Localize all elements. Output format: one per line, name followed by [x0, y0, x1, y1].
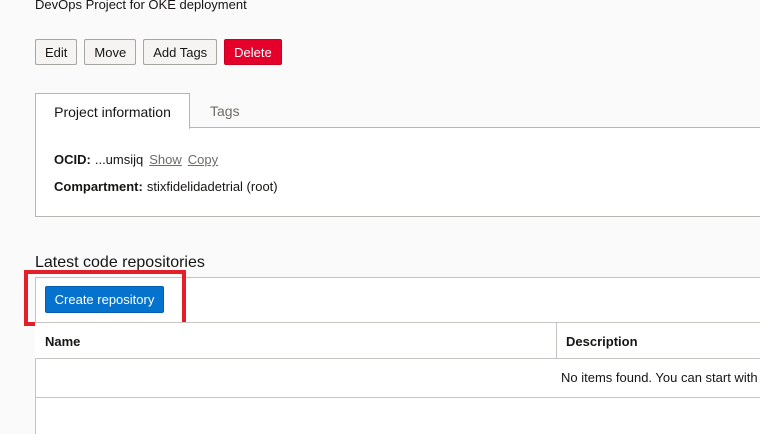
- compartment-label: Compartment:: [54, 179, 143, 194]
- compartment-row: Compartment: stixfidelidadetrial (root): [54, 179, 278, 194]
- show-ocid-link[interactable]: Show: [149, 152, 182, 167]
- add-tags-button[interactable]: Add Tags: [143, 39, 218, 65]
- project-description: DevOps Project for OKE deployment: [35, 0, 247, 12]
- repositories-section-title: Latest code repositories: [35, 254, 205, 271]
- tab-tags[interactable]: Tags: [190, 93, 258, 128]
- table-empty-row: No items found. You can start with: [35, 359, 760, 398]
- ocid-row: OCID: ...umsijq Show Copy: [54, 152, 218, 167]
- edit-button[interactable]: Edit: [35, 39, 78, 65]
- project-details-page: DevOps Project for OKE deployment Edit M…: [0, 0, 760, 434]
- column-header-description[interactable]: Description: [556, 323, 760, 359]
- tab-project-information[interactable]: Project information: [35, 93, 190, 129]
- ocid-label: OCID:: [54, 152, 91, 167]
- copy-ocid-link[interactable]: Copy: [188, 152, 218, 167]
- column-header-name[interactable]: Name: [45, 323, 80, 359]
- move-button[interactable]: Move: [84, 39, 137, 65]
- empty-state-message: No items found. You can start with: [561, 370, 758, 385]
- repositories-table-header: Name Description: [35, 322, 760, 359]
- create-repository-button[interactable]: Create repository: [45, 286, 164, 313]
- action-toolbar: Edit Move Add Tags Delete: [35, 39, 282, 65]
- compartment-value: stixfidelidadetrial (root): [146, 179, 278, 194]
- delete-button[interactable]: Delete: [224, 39, 282, 65]
- details-tabs: Project information Tags: [35, 93, 258, 129]
- ocid-value: ...umsijq: [94, 152, 144, 167]
- project-information-panel: OCID: ...umsijq Show Copy Compartment: stixf…: [35, 127, 760, 217]
